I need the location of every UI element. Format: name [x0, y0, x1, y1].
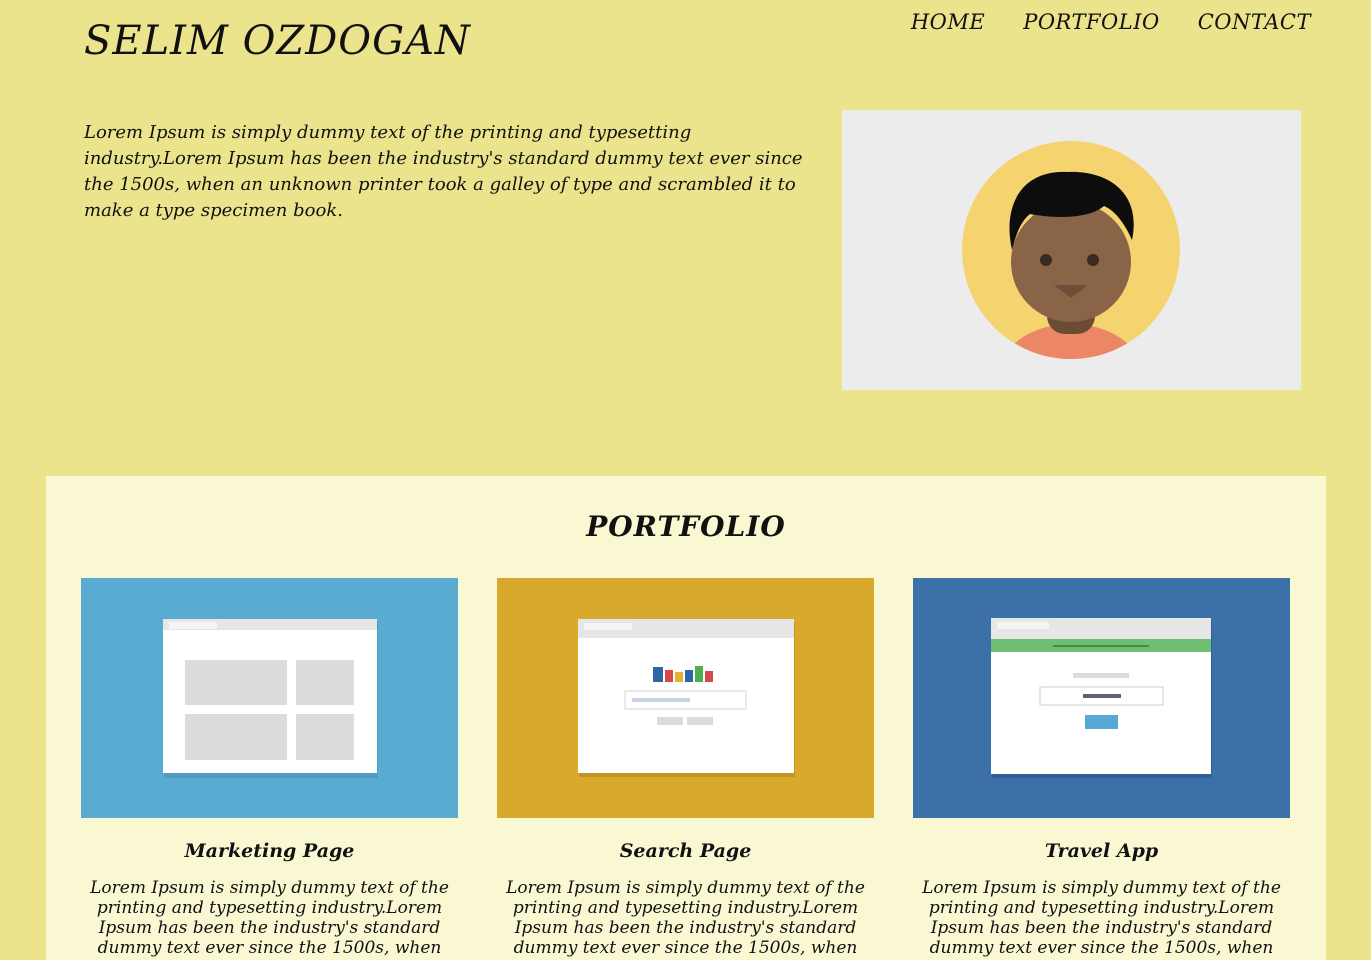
nav-portfolio-link[interactable]: PORTFOLIO [1023, 10, 1160, 34]
site-title: SELIM OZDOGAN [84, 18, 471, 64]
marketing-page-thumbnail-icon [81, 578, 458, 818]
card-description: Lorem Ipsum is simply dummy text of the … [922, 878, 1281, 958]
intro-text: Lorem Ipsum is simply dummy text of the … [84, 122, 803, 221]
card-description: Lorem Ipsum is simply dummy text of the … [90, 878, 449, 958]
portfolio-card-search[interactable]: Search Page Lorem Ipsum is simply dummy … [497, 578, 874, 958]
portfolio-card-marketing[interactable]: Marketing Page Lorem Ipsum is simply dum… [81, 578, 458, 958]
card-title: Search Page [619, 840, 752, 862]
card-title: Marketing Page [184, 840, 355, 862]
nav-home-link[interactable]: HOME [911, 10, 985, 34]
portfolio-heading: PORTFOLIO [586, 510, 786, 543]
card-title: Travel App [1044, 840, 1159, 862]
card-description: Lorem Ipsum is simply dummy text of the … [506, 878, 865, 958]
main-nav: HOME PORTFOLIO CONTACT [911, 10, 1311, 34]
travel-app-thumbnail-icon [913, 578, 1290, 818]
portfolio-card-travel[interactable]: Travel App Lorem Ipsum is simply dummy t… [913, 578, 1290, 958]
nav-contact-link[interactable]: CONTACT [1198, 10, 1311, 34]
search-page-thumbnail-icon [497, 578, 874, 818]
portfolio-section: PORTFOLIO Marketing Page Lorem Ipsum is … [46, 476, 1326, 960]
avatar-panel [842, 110, 1301, 390]
avatar-illustration [962, 141, 1180, 359]
